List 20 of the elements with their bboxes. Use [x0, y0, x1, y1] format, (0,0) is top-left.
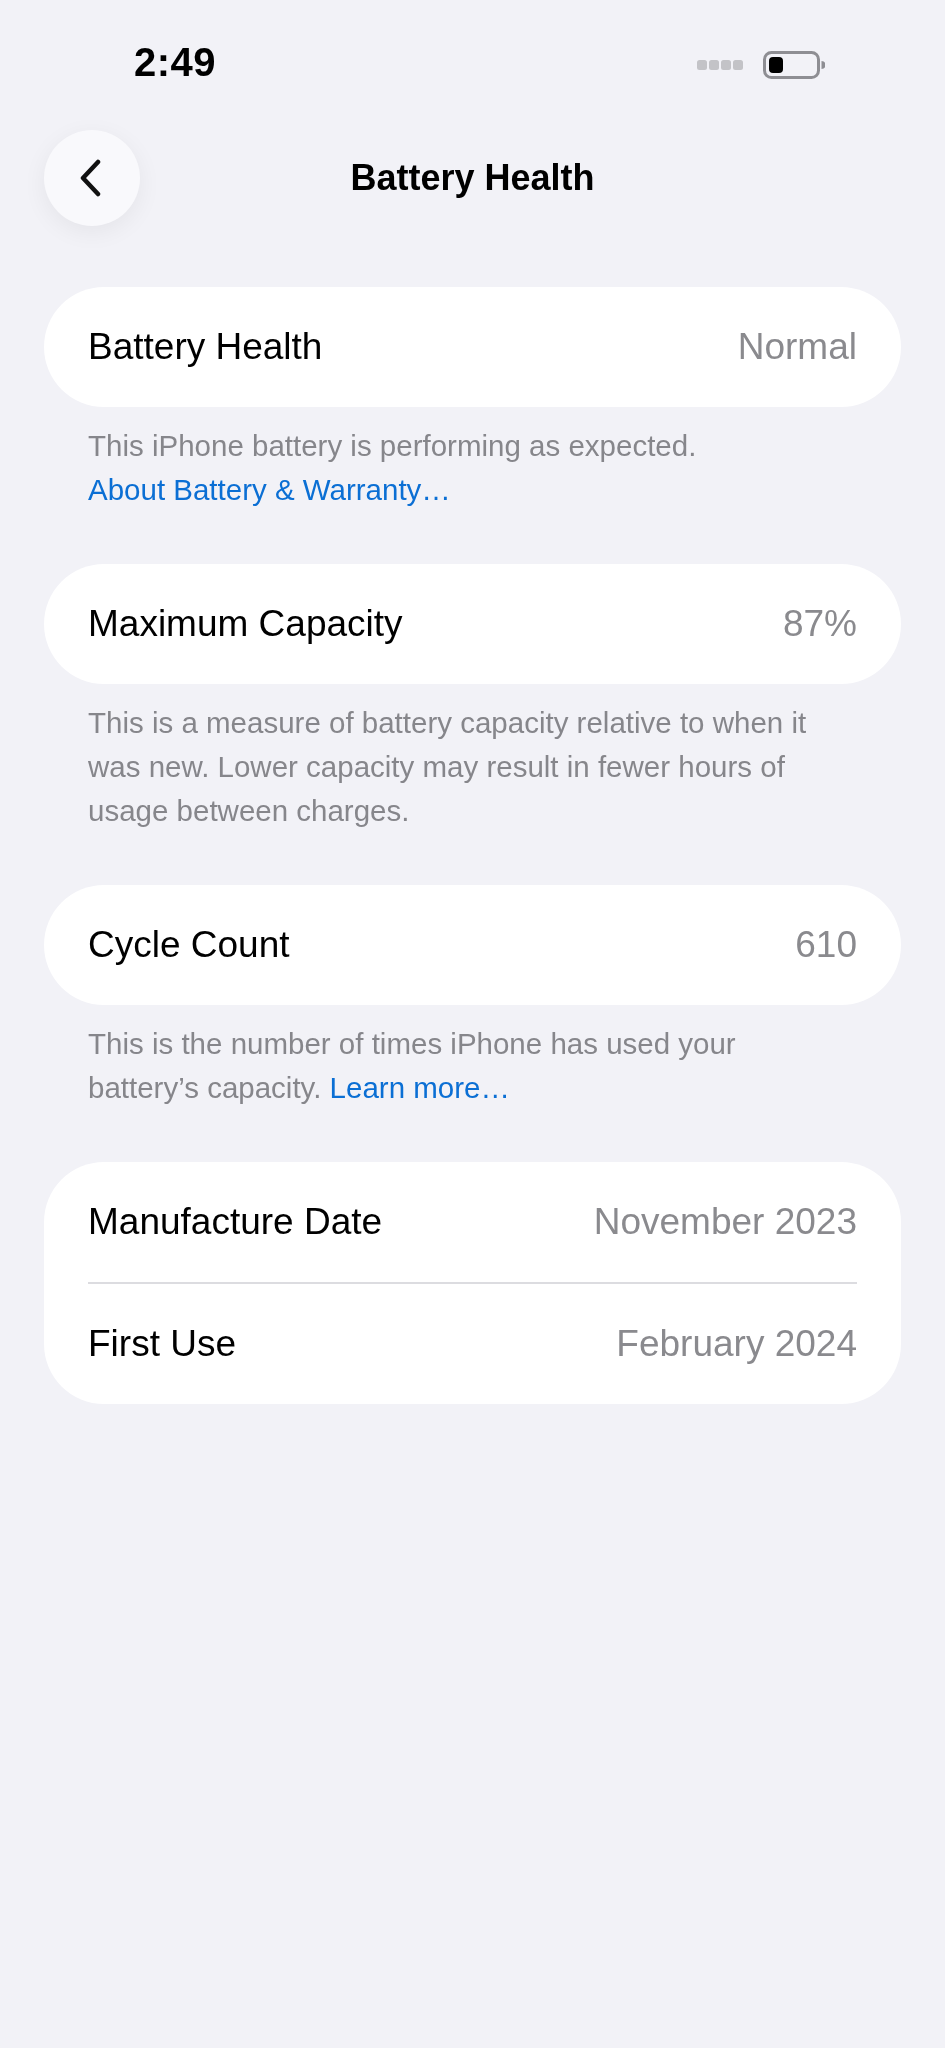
footer-link[interactable]: About Battery & Warranty… — [88, 473, 451, 506]
row-value: February 2024 — [616, 1323, 857, 1365]
footer-text: This is a measure of battery capacity relative to when it was new. Lower capacity may result in fewer hours of usage between charges. — [87, 705, 808, 829]
status-time: 2:49 — [134, 39, 217, 85]
row-value: 87% — [782, 603, 857, 645]
footer-text: This is the number of times iPhone has used your battery’s capacity. Learn more… — [87, 1026, 737, 1106]
footer-text: This iPhone battery is performing as expected. About Battery & Warranty… — [87, 428, 698, 508]
signal-icon — [697, 60, 743, 70]
row-value: November 2023 — [593, 1201, 857, 1243]
row-label: Cycle Count — [88, 924, 290, 966]
page-title: Battery Health — [350, 157, 595, 199]
row-value: Normal — [737, 326, 857, 368]
row-label: First Use — [88, 1323, 236, 1365]
row-label: Manufacture Date — [88, 1201, 383, 1243]
footer-link[interactable]: Learn more… — [329, 1071, 510, 1104]
battery-icon — [763, 51, 825, 79]
row-label: Maximum Capacity — [88, 603, 403, 645]
row-label: Battery Health — [88, 326, 323, 368]
row-value: 610 — [795, 924, 857, 966]
chevron-left-icon — [79, 159, 101, 197]
